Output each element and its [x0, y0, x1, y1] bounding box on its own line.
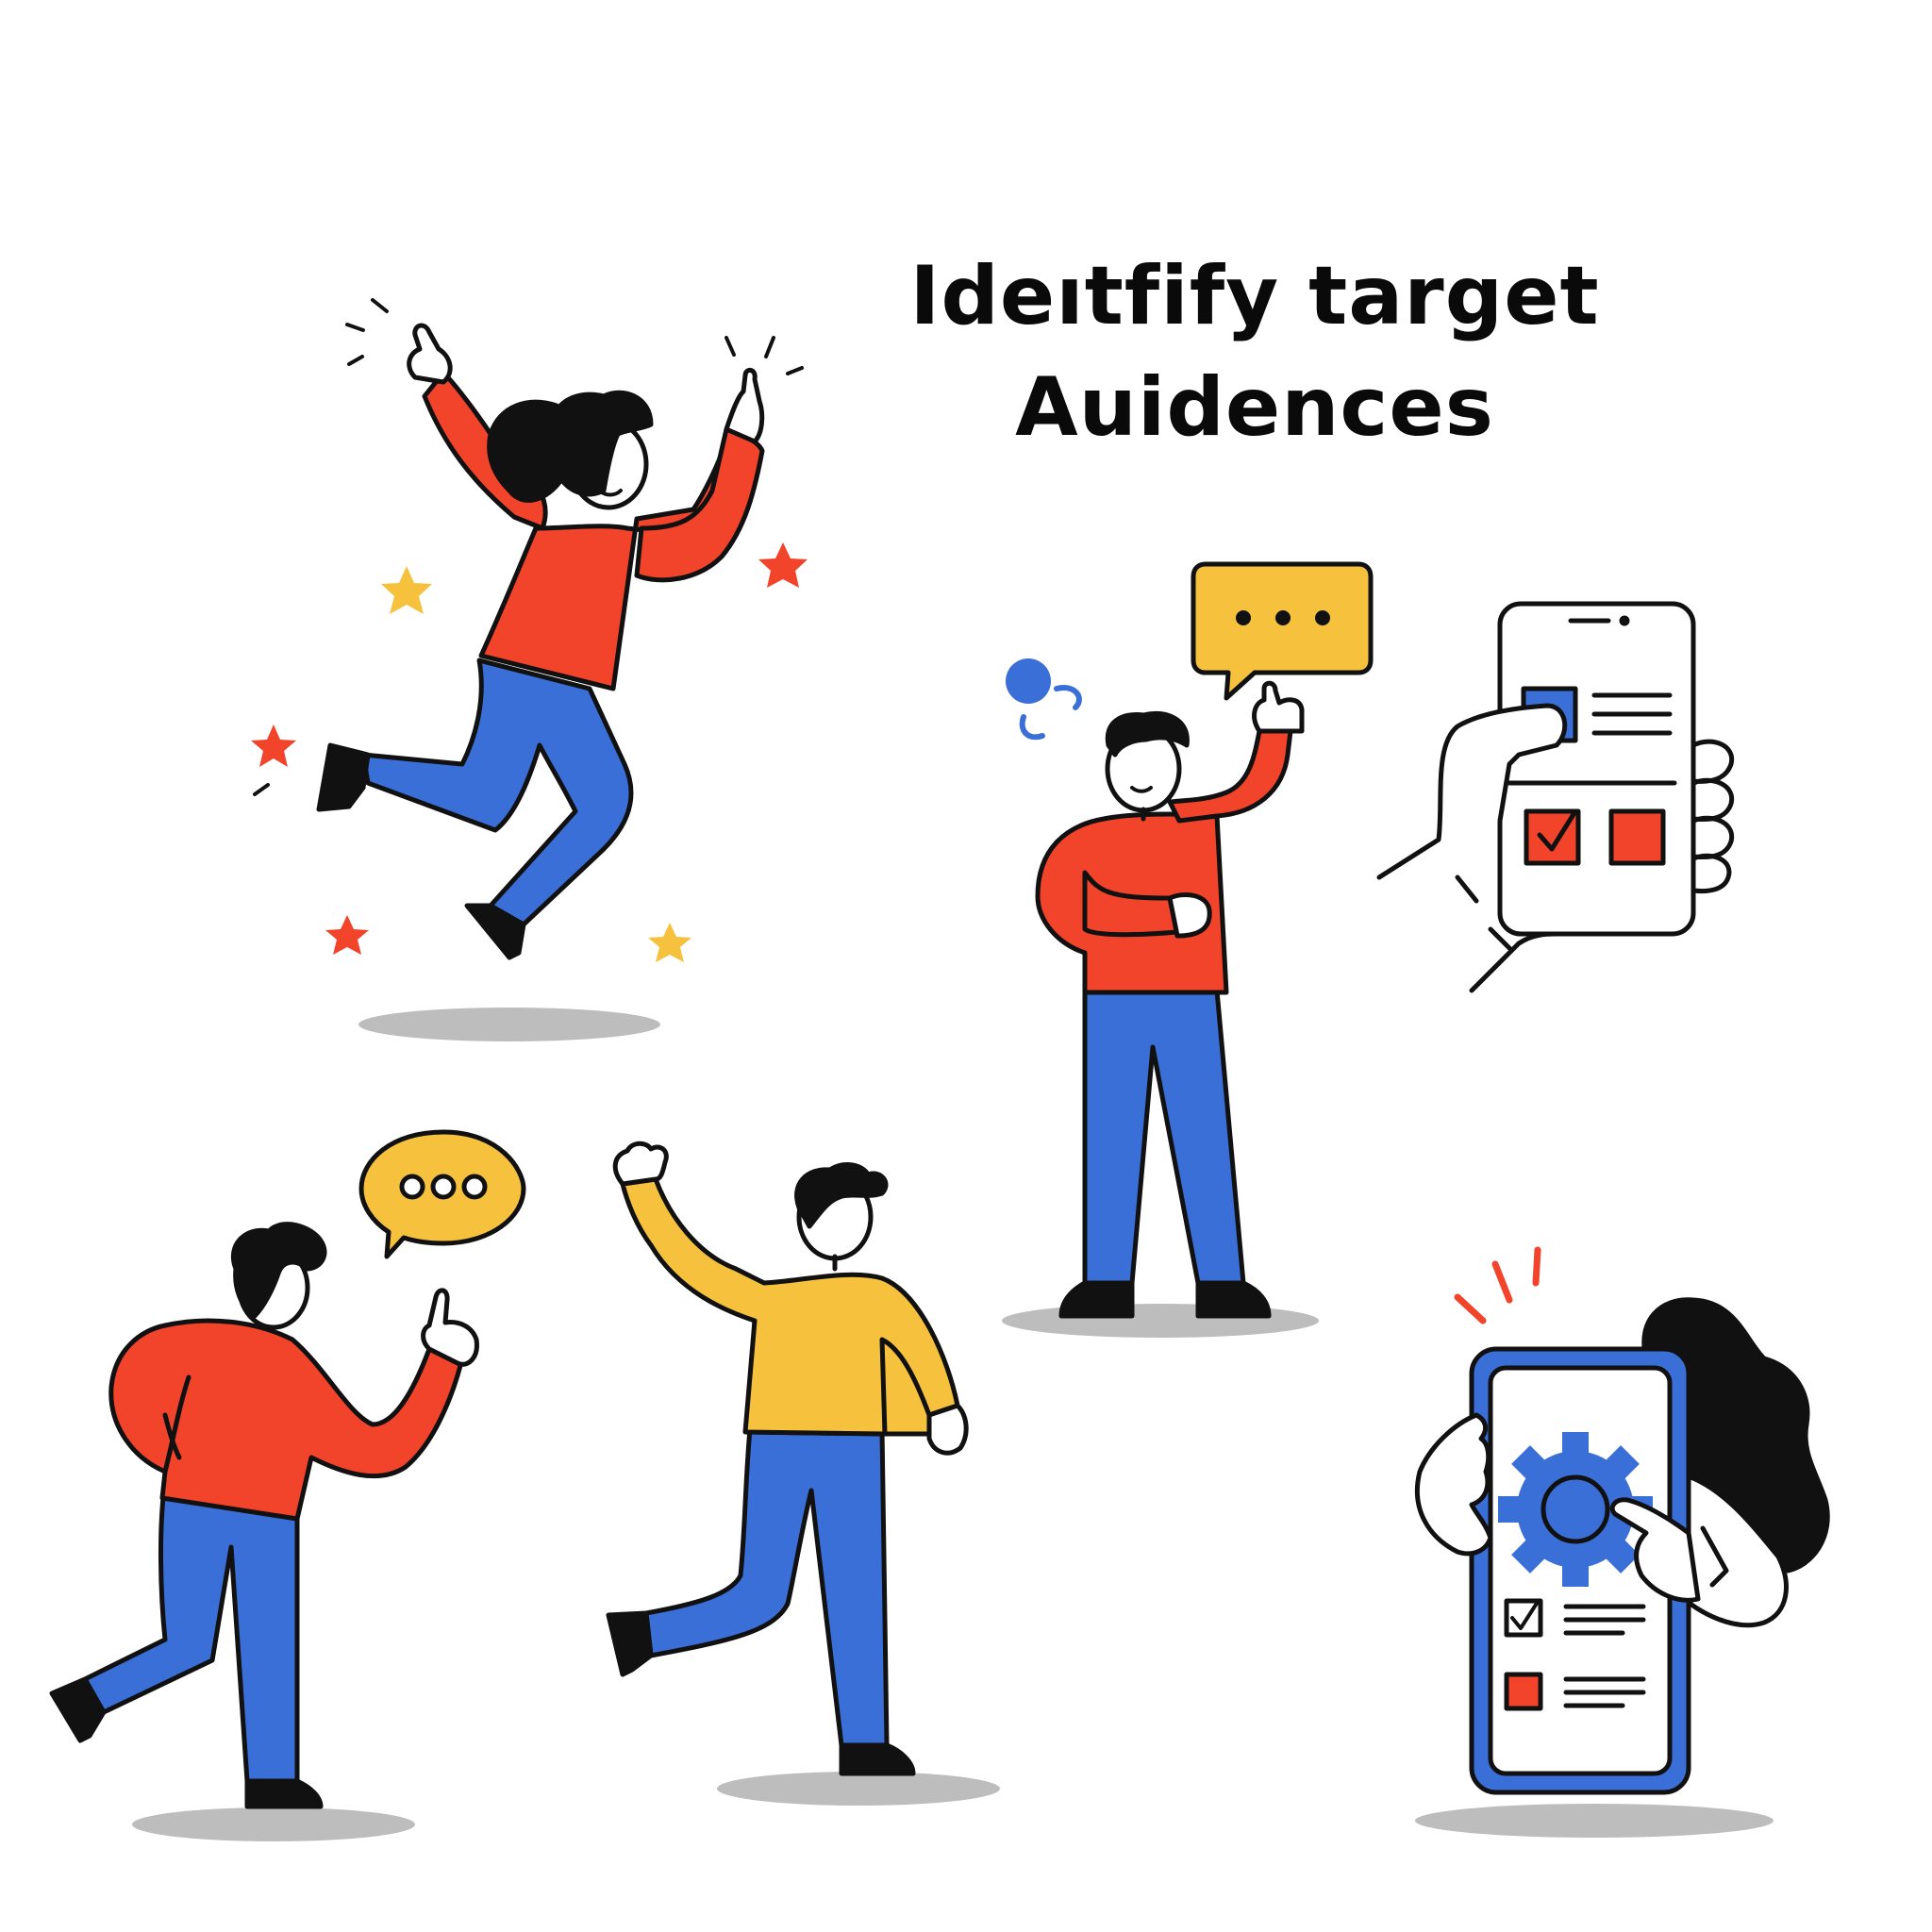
- scene: [49, 298, 1830, 1841]
- hand-down: [926, 1403, 969, 1456]
- pants: [82, 1478, 300, 1784]
- chat-bubble-icon: [1191, 561, 1374, 701]
- man-pointing-left: [49, 1129, 526, 1809]
- jumping-woman: [251, 298, 808, 962]
- illustration-canvas: Ideıtfify target Auidences: [0, 0, 1932, 1932]
- alert-lines: [1454, 1246, 1541, 1324]
- woman-with-phone: [1414, 1246, 1830, 1795]
- hand-right: [724, 368, 765, 444]
- pants: [1082, 986, 1246, 1286]
- hand-raised: [612, 1141, 669, 1187]
- hand-left: [1414, 1412, 1493, 1557]
- hand-raised: [1252, 680, 1305, 734]
- man-walking-center: [606, 1141, 969, 1776]
- blue-dot-icon: [1006, 658, 1051, 704]
- hand-fist: [1167, 892, 1212, 939]
- man-waving-center: [1006, 561, 1374, 1319]
- hand-left: [407, 323, 453, 385]
- phone-body: [1497, 601, 1696, 937]
- pants: [643, 1426, 890, 1748]
- legs: [360, 658, 634, 927]
- shoe-left: [316, 742, 371, 812]
- sweater: [108, 1318, 465, 1522]
- speech-bubble-icon: [358, 1129, 526, 1259]
- phone-checklist-icon: [1376, 601, 1735, 993]
